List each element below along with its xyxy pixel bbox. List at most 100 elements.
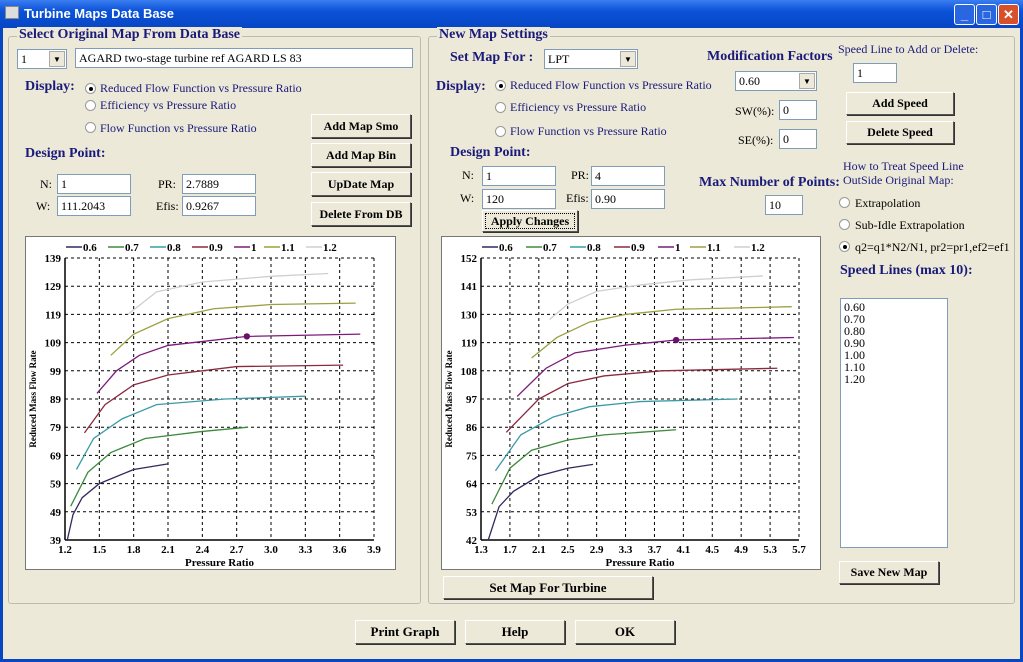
- add-map-smo-button[interactable]: Add Map Smo: [311, 114, 411, 138]
- chevron-down-icon[interactable]: ▼: [620, 51, 636, 67]
- y-tick-label: 97: [466, 394, 478, 406]
- radio-efficiency[interactable]: [85, 100, 96, 111]
- n-label: N:: [462, 168, 474, 182]
- maximize-button[interactable]: □: [976, 4, 997, 25]
- y-tick-label: 39: [50, 535, 62, 547]
- x-tick-label: 3.3: [298, 544, 312, 556]
- w-field[interactable]: 111.2043: [57, 196, 131, 216]
- design-point-marker: [672, 336, 680, 344]
- x-tick-label: 2.4: [195, 544, 209, 556]
- efis-field[interactable]: 0.90: [591, 189, 665, 209]
- treat-label: OutSide Original Map:: [843, 173, 954, 187]
- series-line-1: [516, 336, 794, 397]
- y-tick-label: 99: [50, 366, 62, 378]
- minimize-button[interactable]: _: [954, 4, 975, 25]
- radio-extrapolation[interactable]: [839, 197, 850, 208]
- add-speed-button[interactable]: Add Speed: [846, 92, 954, 115]
- pr-field[interactable]: 4: [591, 166, 665, 186]
- series-line-1.1: [110, 302, 356, 356]
- radio-label: Sub-Idle Extrapolation: [855, 218, 965, 232]
- design-point-label: Design Point:: [25, 146, 106, 161]
- n-label: N:: [40, 177, 52, 191]
- apply-changes-button[interactable]: Apply Changes: [482, 210, 578, 232]
- update-map-button[interactable]: UpDate Map: [311, 172, 411, 196]
- radio-reduced-flow[interactable]: [495, 80, 506, 91]
- y-tick-label: 42: [466, 535, 478, 547]
- x-tick-label: 3.0: [264, 544, 278, 556]
- series-line-0.9: [505, 367, 778, 433]
- radio-label: Extrapolation: [855, 196, 921, 210]
- chart-svg: 1.2 1.5 1.8 2.1 2.4 2.7 3.0 3.3 3.6 3.9 39 49 59 69 79…: [28, 242, 381, 569]
- map-name-field[interactable]: AGARD two-stage turbine ref AGARD LS 83: [75, 48, 413, 68]
- x-tick-label: 2.7: [230, 544, 244, 556]
- delete-speed-button[interactable]: Delete Speed: [846, 121, 954, 144]
- chevron-down-icon[interactable]: ▼: [49, 51, 65, 67]
- x-tick-label: 3.3: [619, 544, 633, 556]
- radio-scaling[interactable]: [839, 241, 850, 252]
- legend-label: 1.2: [323, 242, 337, 254]
- x-tick-label: 3.6: [333, 544, 347, 556]
- ok-button[interactable]: OK: [575, 620, 675, 644]
- n-field[interactable]: 1: [482, 166, 556, 186]
- series-line-0.7: [70, 426, 249, 507]
- efis-field[interactable]: 0.9267: [182, 196, 256, 216]
- design-point-label: Design Point:: [450, 145, 531, 160]
- delete-from-db-button[interactable]: Delete From DB: [311, 202, 411, 226]
- speed-line-field[interactable]: 1: [853, 63, 897, 83]
- x-tick-label: 1.7: [503, 544, 517, 556]
- set-map-for-turbine-button[interactable]: Set Map For Turbine: [443, 576, 653, 599]
- save-new-map-button[interactable]: Save New Map: [839, 561, 939, 584]
- sw-field[interactable]: 0: [779, 100, 817, 120]
- close-button[interactable]: ✕: [998, 4, 1019, 25]
- radio-label: Flow Function vs Pressure Ratio: [510, 124, 667, 138]
- y-tick-label: 129: [45, 281, 62, 293]
- w-label: W:: [36, 199, 51, 213]
- x-tick-label: 3.9: [367, 544, 381, 556]
- n-field[interactable]: 1: [57, 174, 131, 194]
- w-label: W:: [460, 191, 475, 205]
- legend-label: 0.7: [125, 242, 139, 254]
- y-tick-label: 119: [461, 338, 477, 350]
- display-label: Display:: [436, 79, 486, 94]
- pr-field[interactable]: 2.7889: [182, 174, 256, 194]
- se-field[interactable]: 0: [779, 129, 817, 149]
- legend-label: 0.6: [83, 242, 97, 254]
- y-tick-label: 141: [461, 281, 478, 293]
- radio-label: q2=q1*N2/N1, pr2=pr1,ef2=ef1: [855, 240, 1010, 254]
- y-tick-label: 119: [45, 309, 61, 321]
- x-tick-label: 4.1: [676, 544, 690, 556]
- set-map-select[interactable]: LPT ▼: [544, 49, 638, 69]
- map-index-value: 1: [21, 52, 27, 66]
- map-index-select[interactable]: 1 ▼: [17, 49, 67, 69]
- chevron-down-icon[interactable]: ▼: [799, 73, 815, 89]
- x-tick-label: 5.3: [763, 544, 777, 556]
- list-item[interactable]: 1.20: [844, 373, 944, 385]
- radio-flow-function[interactable]: [495, 126, 506, 137]
- add-map-bin-button[interactable]: Add Map Bin: [311, 143, 411, 167]
- x-tick-label: 2.1: [532, 544, 546, 556]
- print-graph-button[interactable]: Print Graph: [355, 620, 455, 644]
- radio-efficiency[interactable]: [495, 102, 506, 113]
- speed-lines-list[interactable]: 0.60 0.70 0.80 0.90 1.00 1.10 1.20: [840, 298, 948, 548]
- x-tick-label: 3.7: [648, 544, 662, 556]
- y-tick-label: 86: [466, 422, 478, 434]
- max-points-label: Max Number of Points:: [699, 175, 840, 190]
- series-line-0.6: [66, 463, 169, 541]
- set-map-label: Set Map For :: [450, 50, 534, 65]
- radio-label: Efficiency vs Pressure Ratio: [100, 98, 237, 112]
- w-field[interactable]: 120: [482, 189, 556, 209]
- radio-sub-idle[interactable]: [839, 219, 850, 230]
- y-axis-label: Reduced Mass Flow Rate: [444, 350, 454, 447]
- original-map-chart: 1.2 1.5 1.8 2.1 2.4 2.7 3.0 3.3 3.6 3.9 39 49 59 69 79…: [25, 236, 396, 570]
- radio-label: Reduced Flow Function vs Pressure Ratio: [510, 78, 712, 92]
- mod-factor-select[interactable]: 0.60 ▼: [735, 71, 817, 91]
- legend-label: 0.9: [209, 242, 223, 254]
- legend-label: 1.1: [707, 242, 721, 254]
- display-label: Display:: [25, 79, 75, 94]
- radio-flow-function[interactable]: [85, 122, 96, 133]
- y-tick-label: 64: [466, 479, 478, 491]
- help-button[interactable]: Help: [465, 620, 565, 644]
- max-points-field[interactable]: 10: [765, 195, 803, 215]
- y-tick-label: 75: [466, 450, 478, 462]
- radio-reduced-flow[interactable]: [85, 83, 96, 94]
